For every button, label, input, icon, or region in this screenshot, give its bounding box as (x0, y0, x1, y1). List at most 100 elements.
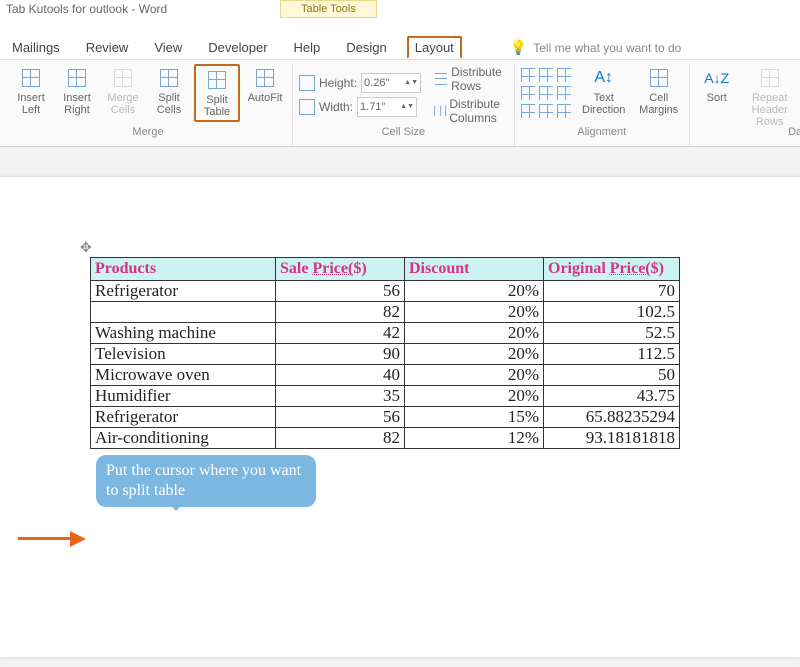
table-cell[interactable]: 20% (405, 323, 544, 344)
table-cell[interactable]: Refrigerator (91, 407, 276, 428)
table-row[interactable]: Humidifier3520%43.75 (91, 386, 680, 407)
group-label-data: Data (788, 126, 800, 140)
width-input[interactable]: 1.71" ▲▼ (357, 97, 417, 117)
group-label-cellsize: Cell Size (382, 126, 425, 140)
insert-right-icon (65, 66, 89, 90)
table-cell[interactable]: 35 (276, 386, 405, 407)
table-cell[interactable]: 12% (405, 428, 544, 449)
table-cell[interactable]: 93.18181818 (544, 428, 680, 449)
lightbulb-icon: 💡 (510, 39, 527, 56)
table-cell[interactable]: Humidifier (91, 386, 276, 407)
height-input[interactable]: 0.26" ▲▼ (361, 73, 421, 93)
spinner-arrows-icon[interactable]: ▲▼ (400, 104, 414, 110)
table-cell[interactable] (91, 302, 276, 323)
table-cell[interactable]: 20% (405, 281, 544, 302)
text-direction-icon: A↕ (592, 66, 616, 90)
table-cell[interactable]: 82 (276, 428, 405, 449)
align-icon[interactable] (521, 86, 535, 100)
tab-design[interactable]: Design (340, 38, 392, 57)
align-icon[interactable] (557, 86, 571, 100)
table-cell[interactable]: 20% (405, 344, 544, 365)
autofit-icon (253, 66, 277, 90)
tab-mailings[interactable]: Mailings (6, 36, 66, 59)
spinner-arrows-icon[interactable]: ▲▼ (404, 80, 418, 86)
table-cell[interactable]: 65.88235294 (544, 407, 680, 428)
table-move-handle-icon[interactable]: ✥ (80, 239, 92, 256)
table-tools-label: Table Tools (280, 0, 377, 18)
table-cell[interactable]: 20% (405, 365, 544, 386)
tab-review[interactable]: Review (80, 36, 135, 59)
document-area: ✥ Products Sale Price($) Discount Origin… (0, 147, 800, 667)
tab-developer[interactable]: Developer (202, 36, 273, 59)
sort-icon: A↓Z (705, 66, 729, 90)
align-icon[interactable] (557, 68, 571, 82)
tab-help[interactable]: Help (288, 36, 327, 59)
document-table[interactable]: Products Sale Price($) Discount Original… (90, 257, 680, 449)
table-row[interactable]: Refrigerator5620%70 (91, 281, 680, 302)
tab-view[interactable]: View (148, 36, 188, 59)
table-cell[interactable]: 82 (276, 302, 405, 323)
callout-hint: Put the cursor where you want to split t… (96, 455, 316, 507)
insert-left-button[interactable]: Insert Left (10, 64, 52, 118)
sort-button[interactable]: A↓Z Sort (696, 64, 738, 106)
group-cell-size: Height: 0.26" ▲▼ Width: 1.71" ▲▼ (293, 64, 515, 146)
split-table-button[interactable]: Split Table (194, 64, 240, 122)
table-cell[interactable]: 42 (276, 323, 405, 344)
table-row[interactable]: Air-conditioning8212%93.18181818 (91, 428, 680, 449)
width-label: Width: (319, 100, 353, 114)
table-cell[interactable]: 20% (405, 302, 544, 323)
table-cell[interactable]: Washing machine (91, 323, 276, 344)
table-cell[interactable]: 20% (405, 386, 544, 407)
group-label-alignment: Alignment (577, 126, 626, 140)
table-row[interactable]: Refrigerator5615%65.88235294 (91, 407, 680, 428)
table-cell[interactable]: 56 (276, 407, 405, 428)
height-label: Height: (319, 76, 357, 90)
align-icon[interactable] (557, 104, 571, 118)
merge-cells-icon (111, 66, 135, 90)
table-cell[interactable]: 43.75 (544, 386, 680, 407)
distribute-columns-icon (434, 106, 446, 116)
alignment-grid[interactable] (521, 64, 573, 120)
table-cell[interactable]: 112.5 (544, 344, 680, 365)
cell-margins-button[interactable]: Cell Margins (635, 64, 683, 118)
pointer-arrow-icon (18, 531, 88, 545)
tell-me-label: Tell me what you want to do (533, 41, 681, 55)
table-cell[interactable]: 70 (544, 281, 680, 302)
tell-me-search[interactable]: 💡 Tell me what you want to do (510, 39, 682, 56)
table-row[interactable]: Washing machine4220%52.5 (91, 323, 680, 344)
text-direction-button[interactable]: A↕ Text Direction (577, 64, 631, 118)
align-icon[interactable] (539, 68, 553, 82)
split-cells-button[interactable]: Split Cells (148, 64, 190, 118)
tab-layout[interactable]: Layout (407, 36, 462, 59)
align-icon[interactable] (521, 104, 535, 118)
table-cell[interactable]: Microwave oven (91, 365, 276, 386)
autofit-button[interactable]: AutoFit (244, 64, 286, 106)
cell-margins-icon (647, 66, 671, 90)
insert-left-icon (19, 66, 43, 90)
table-row[interactable]: Microwave oven4020%50 (91, 365, 680, 386)
split-cells-icon (157, 66, 181, 90)
table-cell[interactable]: 102.5 (544, 302, 680, 323)
col-products: Products (91, 258, 276, 281)
table-row[interactable]: Television9020%112.5 (91, 344, 680, 365)
table-cell[interactable]: Television (91, 344, 276, 365)
align-icon[interactable] (521, 68, 535, 82)
distribute-rows-button[interactable]: Distribute Rows (435, 65, 508, 93)
split-table-icon (205, 68, 229, 92)
page-sheet[interactable]: ✥ Products Sale Price($) Discount Origin… (0, 177, 800, 657)
table-cell[interactable]: 56 (276, 281, 405, 302)
table-cell[interactable]: Air-conditioning (91, 428, 276, 449)
align-icon[interactable] (539, 86, 553, 100)
insert-right-button[interactable]: Insert Right (56, 64, 98, 118)
table-cell[interactable]: 52.5 (544, 323, 680, 344)
col-discount: Discount (405, 258, 544, 281)
table-row[interactable]: 8220%102.5 (91, 302, 680, 323)
height-icon (299, 75, 315, 91)
distribute-columns-button[interactable]: Distribute Columns (435, 97, 508, 125)
table-cell[interactable]: 90 (276, 344, 405, 365)
table-cell[interactable]: 50 (544, 365, 680, 386)
table-cell[interactable]: 15% (405, 407, 544, 428)
table-cell[interactable]: Refrigerator (91, 281, 276, 302)
table-cell[interactable]: 40 (276, 365, 405, 386)
align-icon[interactable] (539, 104, 553, 118)
